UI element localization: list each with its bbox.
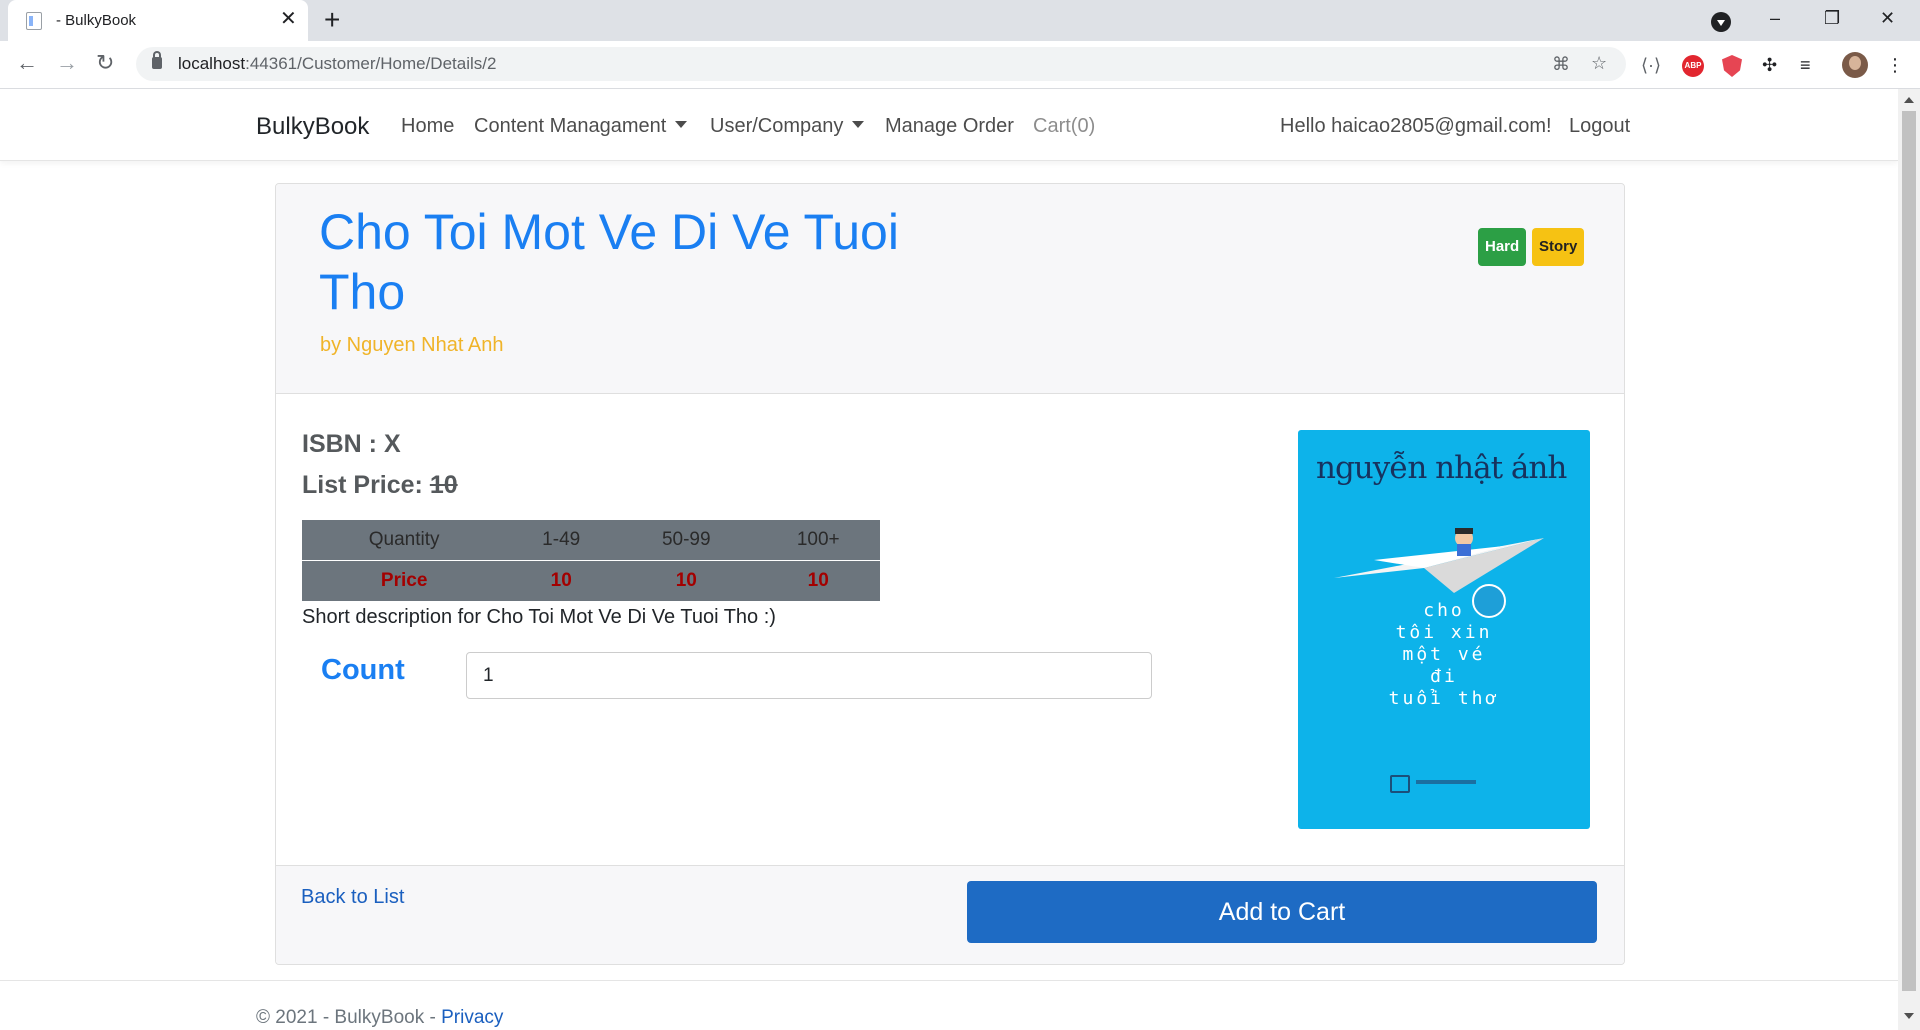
table-header-cell: 100+	[756, 520, 880, 561]
cover-title-text: cho tôi xin một vé đi tuổi thơ	[1388, 600, 1500, 709]
browser-tab[interactable]: - BulkyBook ✕	[8, 0, 308, 41]
back-to-list-link[interactable]: Back to List	[301, 886, 404, 909]
reload-icon[interactable]: ↻	[96, 49, 114, 77]
translate-icon[interactable]: ⌘	[1552, 54, 1570, 74]
chevron-down-icon	[675, 121, 688, 128]
category-badge: Story	[1532, 228, 1585, 266]
forward-arrow-icon[interactable]: →	[56, 49, 78, 77]
count-input[interactable]	[466, 652, 1152, 699]
nav-content-management[interactable]: Content Managament	[474, 115, 688, 138]
tab-search-icon[interactable]	[1711, 12, 1731, 32]
copyright-text: © 2021 - BulkyBook -	[256, 1007, 442, 1028]
nav-cart[interactable]: Cart(0)	[1033, 115, 1095, 138]
site-brand[interactable]: BulkyBook	[256, 113, 369, 141]
menu-kebab-icon[interactable]: ⋮	[1886, 55, 1904, 75]
lock-icon[interactable]	[152, 51, 162, 69]
product-short-description: Short description for Cho Toi Mot Ve Di …	[302, 606, 776, 628]
list-price-value: 10	[429, 471, 458, 499]
scroll-up-icon[interactable]	[1904, 97, 1914, 103]
product-title: Cho Toi Mot Ve Di Ve Tuoi Tho	[319, 204, 899, 320]
address-bar[interactable]: localhost:44361/Customer/Home/Details/2 …	[136, 47, 1626, 81]
user-greeting[interactable]: Hello haicao2805@gmail.com!	[1280, 115, 1552, 138]
tab-title: - BulkyBook	[56, 12, 137, 29]
table-cell: 10	[506, 560, 617, 601]
extensions-puzzle-icon[interactable]: ✣	[1762, 55, 1777, 75]
vertical-scrollbar[interactable]	[1898, 89, 1920, 1030]
cover-type-badge: Hard	[1478, 228, 1527, 266]
publisher-logo-icon	[1390, 775, 1410, 793]
add-to-cart-button[interactable]: Add to Cart	[967, 881, 1597, 943]
restore-icon[interactable]: ❐	[1824, 8, 1840, 29]
product-author: by Nguyen Nhat Anh	[320, 334, 504, 356]
table-cell: 10	[756, 560, 880, 601]
extension-code-icon[interactable]: ⟨·⟩	[1641, 55, 1661, 75]
product-card-header: Cho Toi Mot Ve Di Ve Tuoi Tho by Nguyen …	[276, 184, 1624, 394]
cover-author-text: nguyễn nhật ánh	[1316, 450, 1567, 486]
product-isbn: ISBN : X	[302, 430, 401, 458]
publisher-mark	[1416, 780, 1476, 784]
nav-home[interactable]: Home	[401, 115, 454, 138]
table-cell: 10	[616, 560, 757, 601]
list-price-label: List Price:	[302, 471, 423, 499]
table-row: Price 10 10 10	[302, 560, 880, 601]
privacy-link[interactable]: Privacy	[441, 1007, 503, 1028]
product-list-price: List Price: 10	[302, 471, 458, 500]
nav-user-company-label: User/Company	[710, 115, 844, 137]
window-close-icon[interactable]: ✕	[1880, 8, 1895, 29]
table-header-cell: Quantity	[302, 520, 507, 561]
minimize-icon[interactable]: –	[1770, 8, 1780, 29]
scroll-thumb[interactable]	[1902, 111, 1916, 991]
shield-extension-icon[interactable]	[1722, 55, 1742, 77]
url-text: localhost:44361/Customer/Home/Details/2	[178, 54, 497, 73]
bookmark-star-icon[interactable]: ☆	[1591, 53, 1607, 73]
browser-tab-bar: - BulkyBook ✕ + – ❐ ✕	[0, 0, 1920, 41]
table-cell: Price	[302, 560, 507, 601]
page-favicon-icon	[26, 12, 42, 30]
nav-user-company[interactable]: User/Company	[710, 115, 865, 138]
count-label: Count	[321, 654, 405, 686]
price-table: Quantity 1-49 50-99 100+ Price 10 10 10	[302, 520, 880, 601]
tab-close-icon[interactable]: ✕	[280, 8, 297, 30]
product-card-footer: Back to List Add to Cart	[276, 865, 1624, 964]
nav-manage-order[interactable]: Manage Order	[885, 115, 1014, 138]
table-header-cell: 1-49	[506, 520, 617, 561]
back-arrow-icon[interactable]: ←	[16, 49, 38, 77]
browser-toolbar: ← → ↻ localhost:44361/Customer/Home/Deta…	[0, 41, 1920, 89]
new-tab-button[interactable]: +	[324, 5, 340, 35]
page-viewport: BulkyBook Home Content Managament User/C…	[0, 89, 1898, 1030]
chevron-down-icon	[852, 121, 865, 128]
table-row: Quantity 1-49 50-99 100+	[302, 520, 880, 561]
media-queue-icon[interactable]: ≡	[1800, 55, 1811, 75]
nav-content-management-label: Content Managament	[474, 115, 667, 137]
logout-link[interactable]: Logout	[1569, 115, 1630, 138]
site-navbar: BulkyBook Home Content Managament User/C…	[0, 89, 1898, 161]
profile-avatar[interactable]	[1842, 52, 1868, 78]
site-footer: © 2021 - BulkyBook - Privacy	[0, 980, 1898, 1030]
scroll-down-icon[interactable]	[1904, 1013, 1914, 1019]
adblock-icon[interactable]: ABP	[1682, 55, 1704, 77]
paper-plane-illustration	[1334, 528, 1544, 593]
book-cover-image: nguyễn nhật ánh cho tôi xin một vé đi tu…	[1298, 430, 1590, 829]
table-header-cell: 50-99	[616, 520, 757, 561]
footer-copyright: © 2021 - BulkyBook - Privacy	[256, 1007, 503, 1029]
product-card: Cho Toi Mot Ve Di Ve Tuoi Tho by Nguyen …	[275, 183, 1625, 965]
